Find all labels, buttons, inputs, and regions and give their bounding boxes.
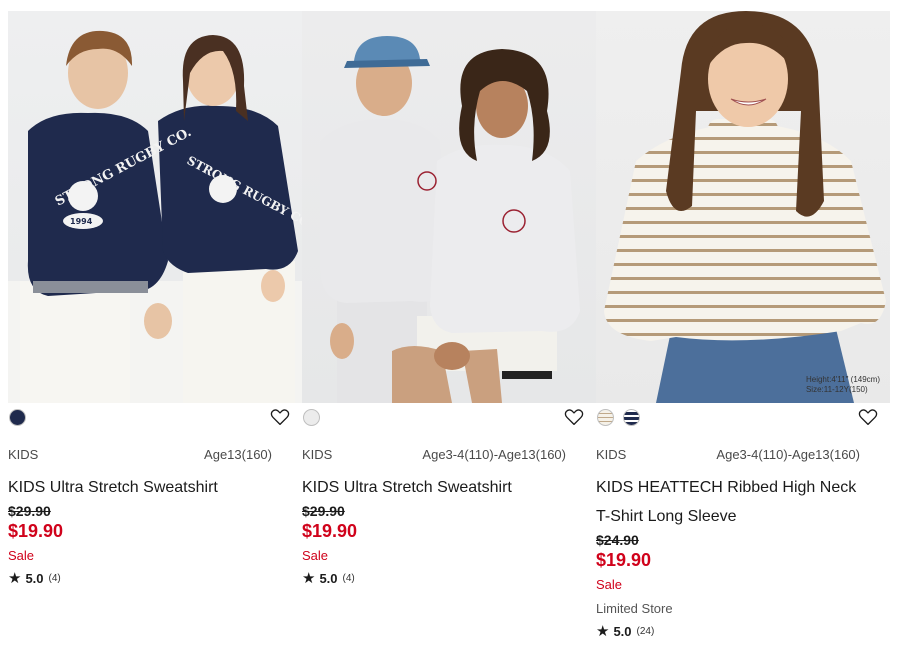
rating-score: 5.0 — [613, 624, 632, 639]
rating[interactable]: ★ 5.0 (24) — [596, 624, 890, 640]
color-swatch-light-gray[interactable] — [303, 409, 320, 426]
heart-outline-icon[interactable] — [564, 408, 584, 426]
model-info: Height:4'11" (149cm) Size:11-12Y(150) — [805, 375, 880, 394]
color-swatch-navy-stripe[interactable] — [623, 409, 640, 426]
rating-score: 5.0 — [319, 571, 338, 586]
product-image[interactable]: STRONG RUGBY CO. 1994 STRONG RUGBY CO. — [8, 11, 302, 403]
sale-label: Sale — [302, 548, 329, 563]
rating[interactable]: ★ 5.0 (4) — [302, 571, 596, 587]
product-name[interactable]: KIDS Ultra Stretch Sweatshirt — [8, 473, 278, 502]
product-card[interactable]: Height:4'11" (149cm) Size:11-12Y(150) KI… — [596, 11, 890, 640]
original-price: $24.90 — [596, 532, 639, 548]
product-photo-illustration — [320, 36, 580, 403]
size-range: Age3-4(110)-Age13(160) — [422, 447, 566, 462]
rating-score: 5.0 — [25, 571, 44, 586]
product-card[interactable]: STRONG RUGBY CO. 1994 STRONG RUGBY CO. K… — [8, 11, 302, 587]
sale-label: Sale — [8, 548, 35, 563]
heart-outline-icon[interactable] — [270, 408, 290, 426]
category-label: KIDS — [596, 447, 627, 462]
star-icon: ★ — [596, 623, 610, 640]
product-photo-illustration — [604, 11, 886, 403]
review-count: (24) — [636, 626, 655, 637]
rating[interactable]: ★ 5.0 (4) — [8, 571, 302, 587]
star-icon: ★ — [8, 570, 22, 587]
original-price: $29.90 — [302, 503, 345, 519]
product-image[interactable]: Height:4'11" (149cm) Size:11-12Y(150) — [596, 11, 890, 403]
color-swatch-beige-stripe[interactable] — [597, 409, 614, 426]
color-swatch-navy[interactable] — [9, 409, 26, 426]
size-range: Age3-4(110)-Age13(160) — [716, 447, 860, 462]
product-image[interactable] — [302, 11, 596, 403]
product-card[interactable]: KIDS Age3-4(110)-Age13(160) KIDS Ultra S… — [302, 11, 596, 587]
original-price: $29.90 — [8, 503, 51, 519]
svg-text:1994: 1994 — [70, 217, 93, 226]
heart-outline-icon[interactable] — [858, 408, 878, 426]
review-count: (4) — [342, 573, 355, 584]
star-icon: ★ — [302, 570, 316, 587]
store-availability: Limited Store — [596, 601, 673, 616]
category-label: KIDS — [302, 447, 333, 462]
product-name[interactable]: KIDS HEATTECH Ribbed High Neck T-Shirt L… — [596, 473, 866, 531]
product-name[interactable]: KIDS Ultra Stretch Sweatshirt — [302, 473, 572, 502]
sale-price: $19.90 — [8, 521, 64, 541]
product-photo-illustration: STRONG RUGBY CO. 1994 STRONG RUGBY CO. — [8, 30, 302, 403]
review-count: (4) — [48, 573, 61, 584]
size-range: Age13(160) — [204, 447, 272, 462]
sale-label: Sale — [596, 577, 623, 592]
sale-price: $19.90 — [302, 521, 358, 541]
category-label: KIDS — [8, 447, 39, 462]
sale-price: $19.90 — [596, 550, 652, 570]
